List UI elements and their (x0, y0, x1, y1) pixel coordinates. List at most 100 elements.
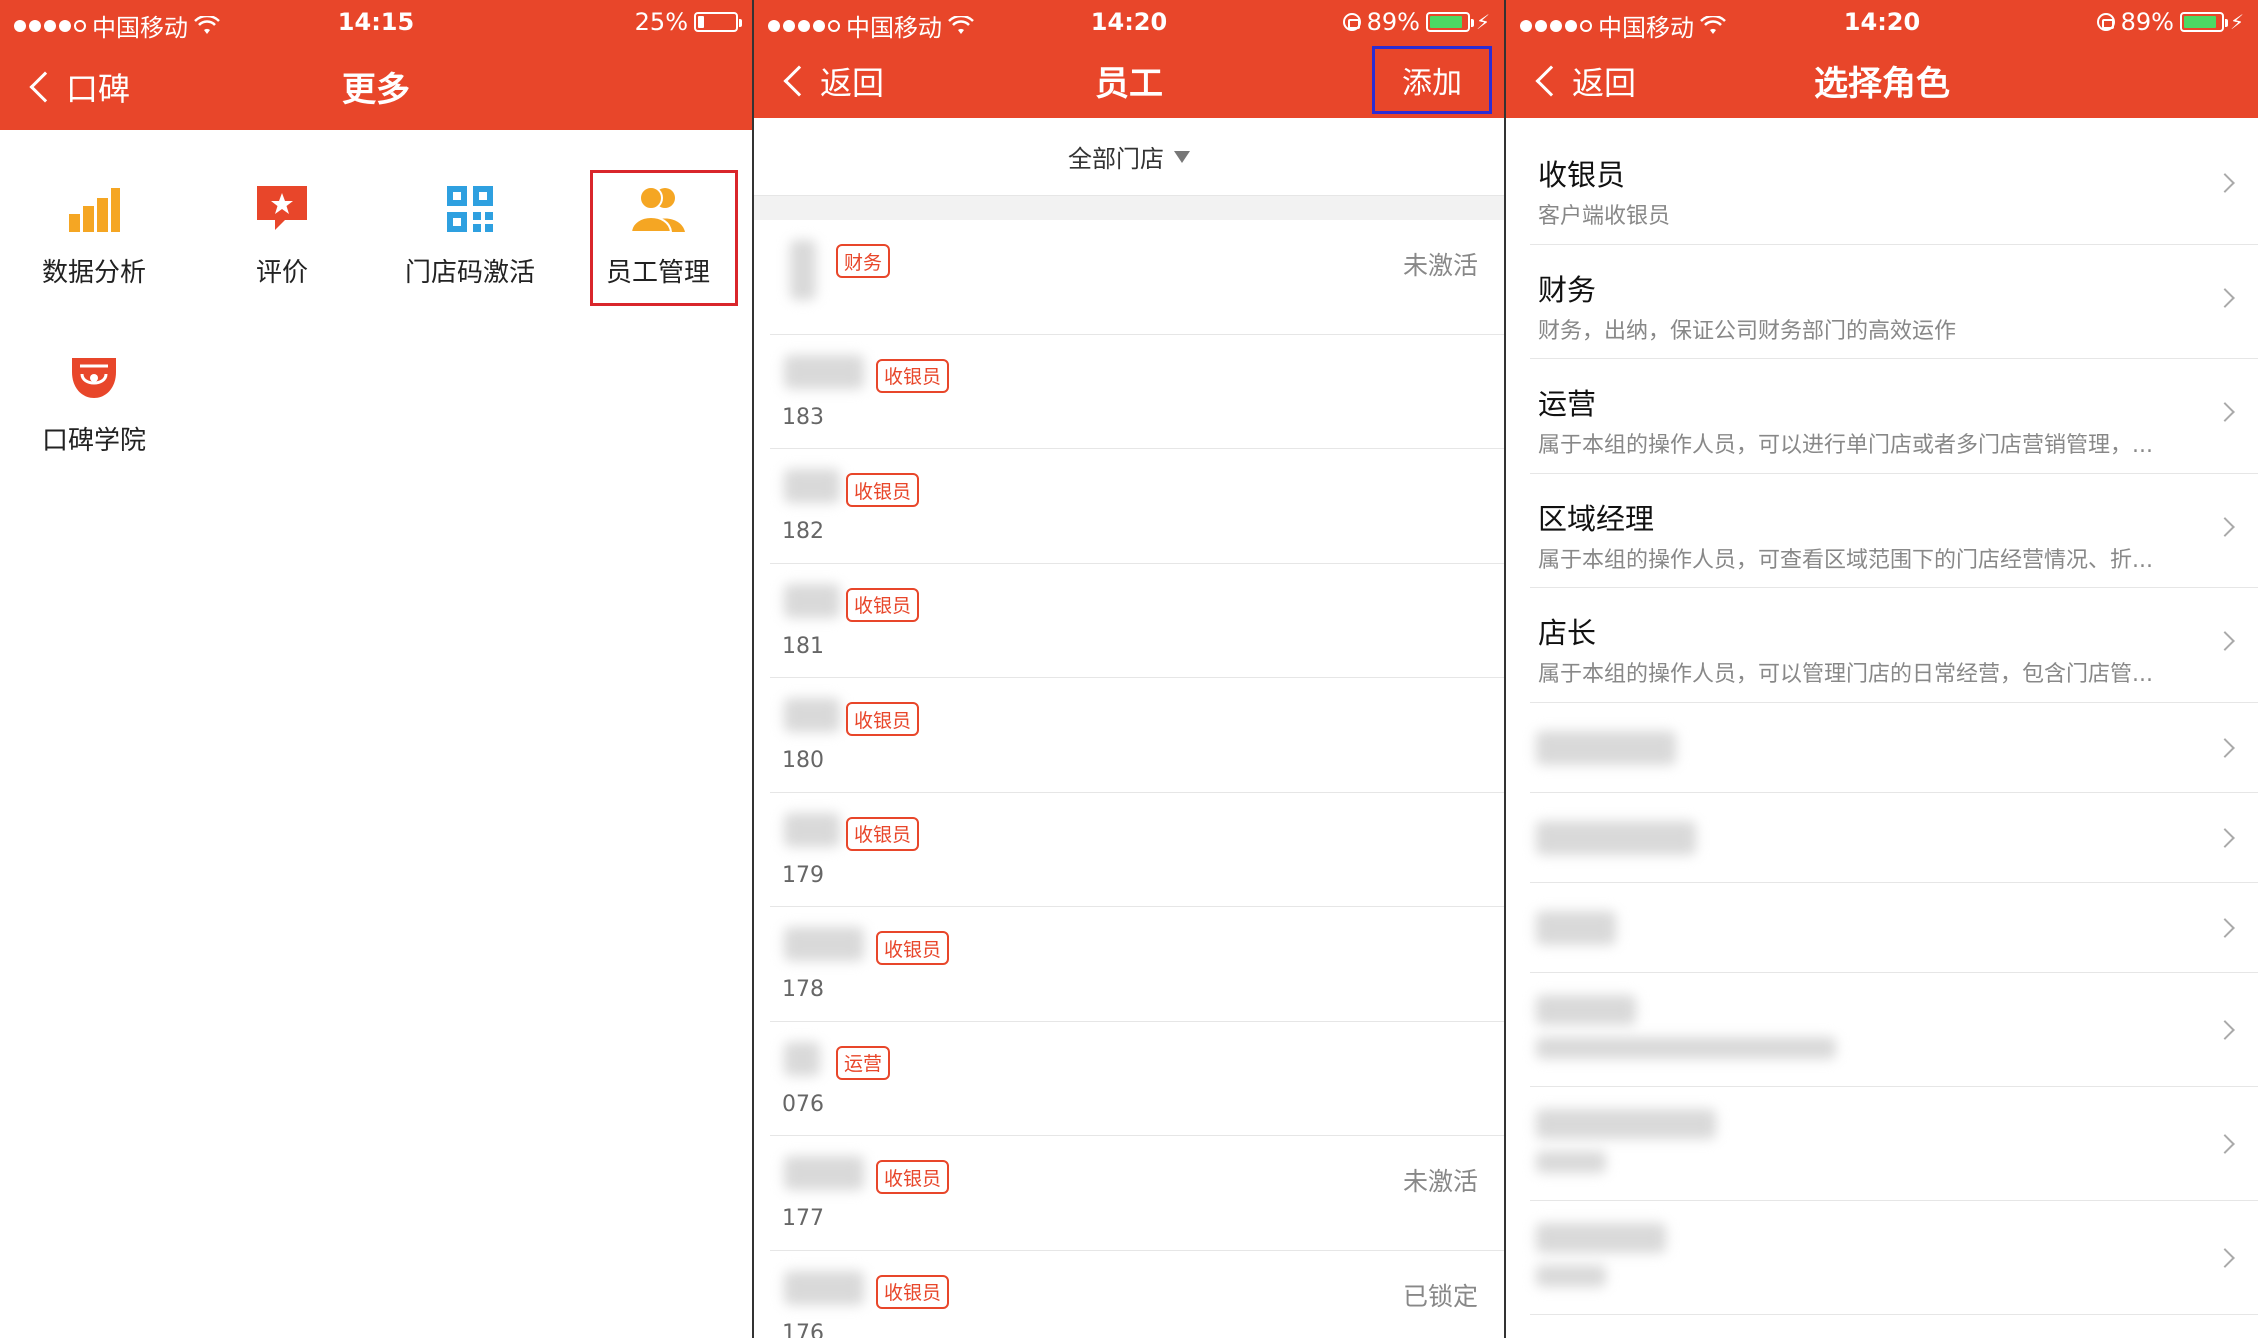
back-button[interactable]: 返回 (782, 58, 884, 104)
dropdown-triangle-icon (1174, 150, 1190, 163)
blurred-role-item[interactable] (1530, 1087, 2258, 1201)
employee-row[interactable]: 收银员 179 (770, 793, 1504, 907)
blurred-role-item[interactable] (1530, 793, 2258, 883)
chevron-right-icon (2215, 1247, 2235, 1268)
rotation-lock-icon (2096, 13, 2115, 31)
role-description: 属于本组的操作人员，可以管理门店的日常经营，包含门店管... (1538, 662, 2153, 687)
add-button[interactable]: 添加 (1372, 46, 1492, 114)
role-name: 财务 (1538, 272, 1597, 307)
grid-item-data-analysis[interactable]: 数据分析 (0, 184, 188, 289)
staff-screen: 中国移动 14:20 89% ⚡ 返回 员工 添加 全部门店 财务 未激活 收银… (754, 0, 1504, 1338)
role-name: 区域经理 (1538, 501, 1655, 536)
battery-group: 25% (634, 8, 742, 36)
blurred-role-text (1536, 1108, 1716, 1139)
employee-row[interactable]: 收银员 183 (770, 335, 1504, 449)
blurred-name (784, 354, 864, 389)
chevron-right-icon (2215, 173, 2235, 193)
battery-icon (1425, 12, 1474, 32)
blurred-name (784, 812, 840, 847)
role-name: 运营 (1538, 387, 1597, 421)
highlight-box (590, 170, 738, 306)
academy-icon (72, 358, 116, 398)
back-label: 返回 (1572, 64, 1637, 102)
battery-icon (694, 12, 742, 32)
qr-code-icon (447, 186, 493, 232)
bar-chart-icon (69, 188, 120, 232)
blurred-role-item[interactable] (1530, 883, 2258, 973)
battery-group: 89% ⚡ (2096, 8, 2244, 36)
chevron-right-icon (2215, 827, 2235, 848)
chevron-right-icon (2215, 737, 2235, 758)
blurred-role-item[interactable] (1530, 973, 2258, 1087)
employee-row[interactable]: 收银员 180 (770, 678, 1504, 793)
chevron-right-icon (2215, 516, 2235, 537)
employee-row[interactable]: 收银员 178 (770, 907, 1504, 1022)
employee-id: 178 (782, 977, 824, 1002)
status-bar: 中国移动 14:15 25% (0, 0, 752, 44)
role-item[interactable]: 区域经理 属于本组的操作人员，可查看区域范围下的门店经营情况、折... (1530, 474, 2258, 588)
rotation-lock-icon (1342, 13, 1361, 31)
role-description: 财务，出纳，保证公司财务部门的高效运作 (1538, 318, 1957, 344)
role-tag: 收银员 (846, 816, 920, 851)
section-gap (754, 196, 1504, 220)
nav-bar: 返回 员工 添加 (754, 44, 1504, 114)
blurred-role-item[interactable] (1530, 1201, 2258, 1315)
nav-bar: 返回 选择角色 (1506, 44, 2258, 114)
role-tag: 运营 (836, 1045, 891, 1080)
role-item[interactable]: 财务 财务，出纳，保证公司财务部门的高效运作 (1530, 245, 2258, 359)
role-tag: 收银员 (876, 1274, 950, 1309)
employee-id: 181 (782, 633, 824, 659)
role-tag: 收银员 (876, 358, 950, 393)
employee-row[interactable]: 收银员 176 已锁定 (770, 1251, 1504, 1338)
employee-row[interactable]: 收银员 182 (770, 449, 1504, 564)
grid-label: 口碑学院 (41, 426, 146, 456)
employee-list: 财务 未激活 收银员 183 收银员 182 收银员 181 收银员 180 收… (754, 220, 1504, 1338)
grid-item-reviews[interactable]: 评价 (188, 184, 376, 289)
battery-percent: 89% (1366, 8, 1420, 36)
back-label: 返回 (820, 64, 885, 102)
role-item[interactable]: 店长 属于本组的操作人员，可以管理门店的日常经营，包含门店管... (1530, 588, 2258, 703)
role-name: 收银员 (1538, 158, 1626, 192)
role-tag: 财务 (836, 244, 891, 278)
back-label: 口碑 (66, 70, 131, 108)
blurred-name (784, 1270, 864, 1305)
blurred-name (784, 1041, 820, 1076)
employee-id: 180 (782, 748, 824, 773)
employee-status: 未激活 (1402, 251, 1478, 280)
employee-row[interactable]: 运营 076 (770, 1022, 1504, 1136)
employee-id: 183 (782, 404, 824, 430)
grid-label: 数据分析 (41, 258, 146, 288)
blurred-name (790, 240, 816, 300)
battery-icon (2179, 12, 2228, 32)
role-tag: 收银员 (846, 702, 920, 736)
role-item[interactable]: 运营 属于本组的操作人员，可以进行单门店或者多门店营销管理，... (1530, 359, 2258, 474)
blurred-role-text (1536, 1222, 1666, 1253)
chevron-right-icon (2215, 1019, 2235, 1040)
store-filter[interactable]: 全部门店 (754, 118, 1504, 196)
battery-group: 89% ⚡ (1342, 8, 1490, 36)
role-tag: 收银员 (846, 473, 920, 507)
role-tag: 收银员 (876, 931, 950, 965)
chevron-right-icon (2215, 631, 2235, 651)
back-button[interactable]: 口碑 (28, 64, 130, 110)
nav-bar: 口碑 更多 (0, 50, 752, 120)
grid-item-store-code[interactable]: 门店码激活 (376, 184, 564, 289)
employee-id: 182 (782, 519, 824, 544)
blurred-role-item[interactable] (1530, 703, 2258, 793)
employee-row[interactable]: 收银员 177 未激活 (770, 1136, 1504, 1251)
battery-percent: 25% (634, 8, 688, 36)
charging-icon: ⚡ (1475, 10, 1490, 34)
header-bar: 中国移动 14:20 89% ⚡ 返回 选择角色 (1506, 0, 2258, 118)
blurred-name (784, 1156, 864, 1190)
blurred-role-text (1536, 730, 1676, 765)
role-item[interactable]: 收银员 客户端收银员 (1530, 130, 2258, 245)
blurred-name (784, 583, 840, 618)
chevron-left-icon (783, 65, 815, 97)
chevron-right-icon (2215, 917, 2235, 938)
employee-row[interactable]: 收银员 181 (770, 564, 1504, 678)
role-name: 店长 (1538, 616, 1597, 650)
back-button[interactable]: 返回 (1534, 58, 1636, 104)
grid-item-academy[interactable]: 口碑学院 (0, 350, 188, 457)
blurred-role-desc (1536, 1264, 1606, 1287)
employee-row[interactable]: 财务 未激活 (770, 220, 1504, 335)
